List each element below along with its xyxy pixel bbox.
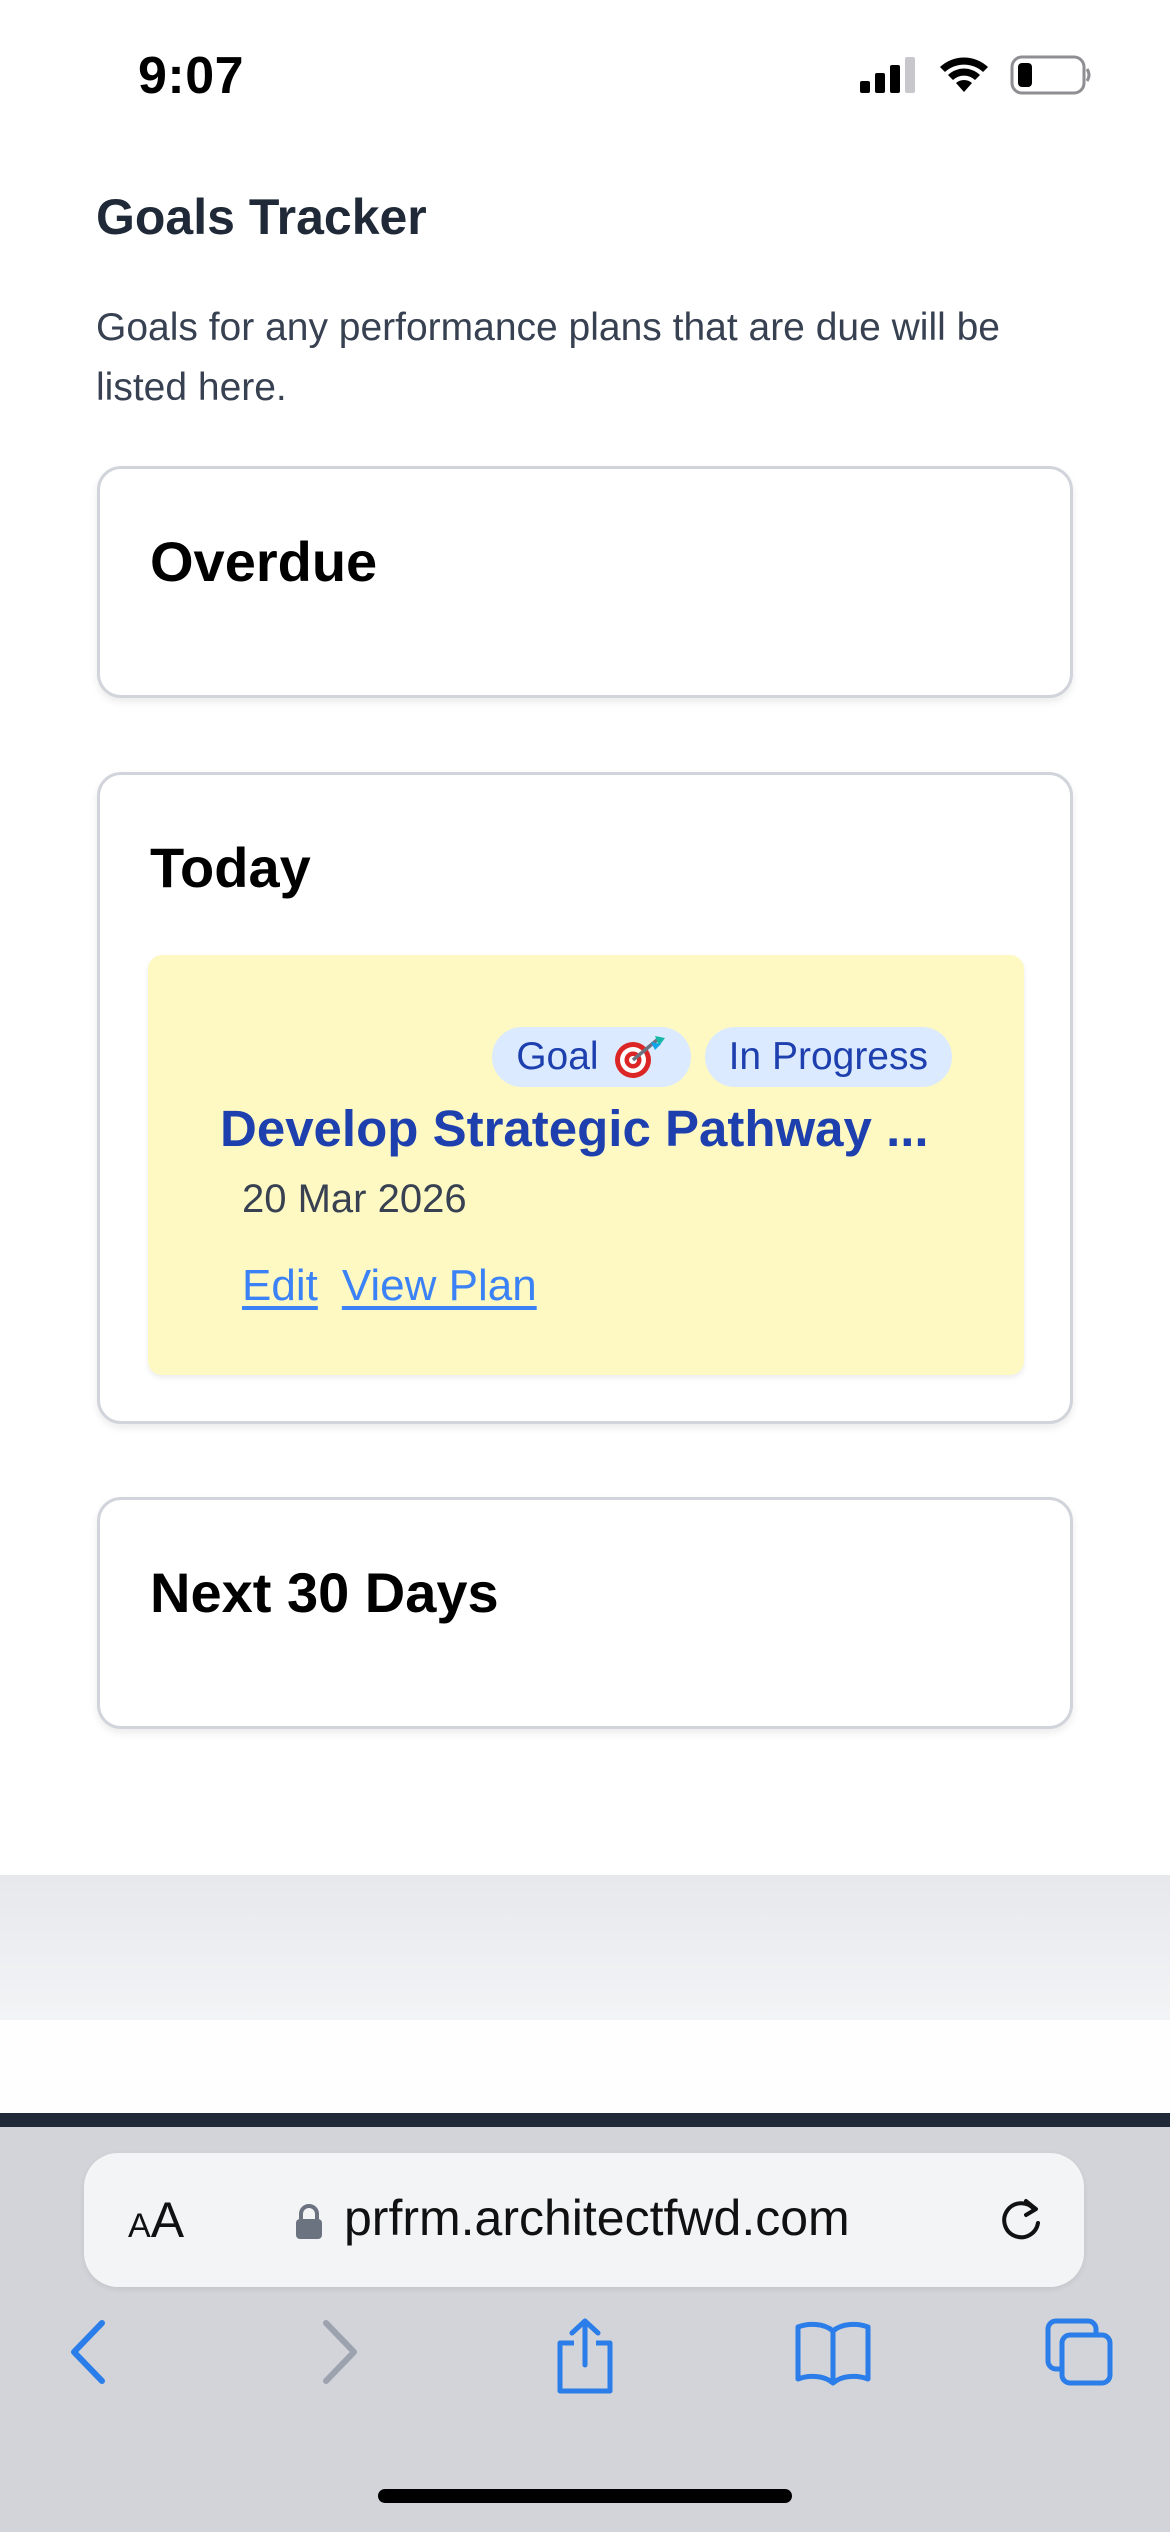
main-content: Goals Tracker Goals for any performance … <box>0 150 1170 1875</box>
text-size-small-a: A <box>128 2207 151 2245</box>
status-time: 9:07 <box>138 47 245 105</box>
lock-icon <box>296 2204 322 2239</box>
page-footer-shadow <box>0 1875 1170 2020</box>
today-section: Today Goal In Progress Develop Strategic… <box>97 772 1073 1424</box>
page-description: Goals for any performance plans that are… <box>96 306 1000 409</box>
dart-target-icon <box>614 1036 665 1078</box>
overdue-section: Overdue <box>97 466 1073 698</box>
page-footer-space <box>0 2020 1170 2115</box>
overdue-title: Overdue <box>150 530 378 593</box>
reload-icon[interactable] <box>996 2195 1046 2245</box>
status-icons <box>860 52 1092 98</box>
browser-bottom-bar: AA prfrm.architectfwd.com <box>0 2127 1170 2532</box>
goal-badges: Goal In Progress <box>492 1027 952 1087</box>
cellular-signal-icon <box>860 57 915 93</box>
goal-type-label: Goal <box>516 1035 599 1078</box>
goal-status-badge: In Progress <box>704 1027 952 1087</box>
browser-toolbar <box>0 2317 1170 2427</box>
address-bar[interactable]: AA prfrm.architectfwd.com <box>84 2153 1084 2287</box>
battery-icon <box>1010 55 1091 95</box>
view-plan-link[interactable]: View Plan <box>342 1261 537 1311</box>
text-size-big-a: A <box>150 2192 185 2248</box>
goal-title[interactable]: Develop Strategic Pathway ... <box>220 1099 960 1158</box>
back-icon[interactable] <box>66 2317 110 2387</box>
url-text[interactable]: prfrm.architectfwd.com <box>344 2189 850 2247</box>
goal-actions: Edit View Plan <box>242 1261 537 1311</box>
next-30-days-section: Next 30 Days <box>97 1497 1073 1729</box>
bookmarks-icon[interactable] <box>794 2317 872 2387</box>
next-30-days-title: Next 30 Days <box>150 1561 499 1624</box>
home-indicator[interactable] <box>378 2489 792 2503</box>
edit-link[interactable]: Edit <box>242 1261 318 1311</box>
today-title: Today <box>150 836 311 899</box>
status-bar: 9:07 <box>0 0 1170 150</box>
goal-date: 20 Mar 2026 <box>242 1177 467 1221</box>
goal-type-badge: Goal <box>492 1027 691 1087</box>
share-icon[interactable] <box>550 2317 620 2397</box>
goal-card[interactable]: Goal In Progress Develop Strategic Pathw… <box>148 955 1024 1375</box>
page-bottom-divider <box>0 2113 1170 2127</box>
page-title: Goals Tracker <box>96 189 427 245</box>
forward-icon[interactable] <box>318 2317 362 2387</box>
tabs-icon[interactable] <box>1044 2317 1116 2389</box>
wifi-icon <box>940 57 988 92</box>
text-size-button[interactable]: AA <box>128 2191 184 2249</box>
